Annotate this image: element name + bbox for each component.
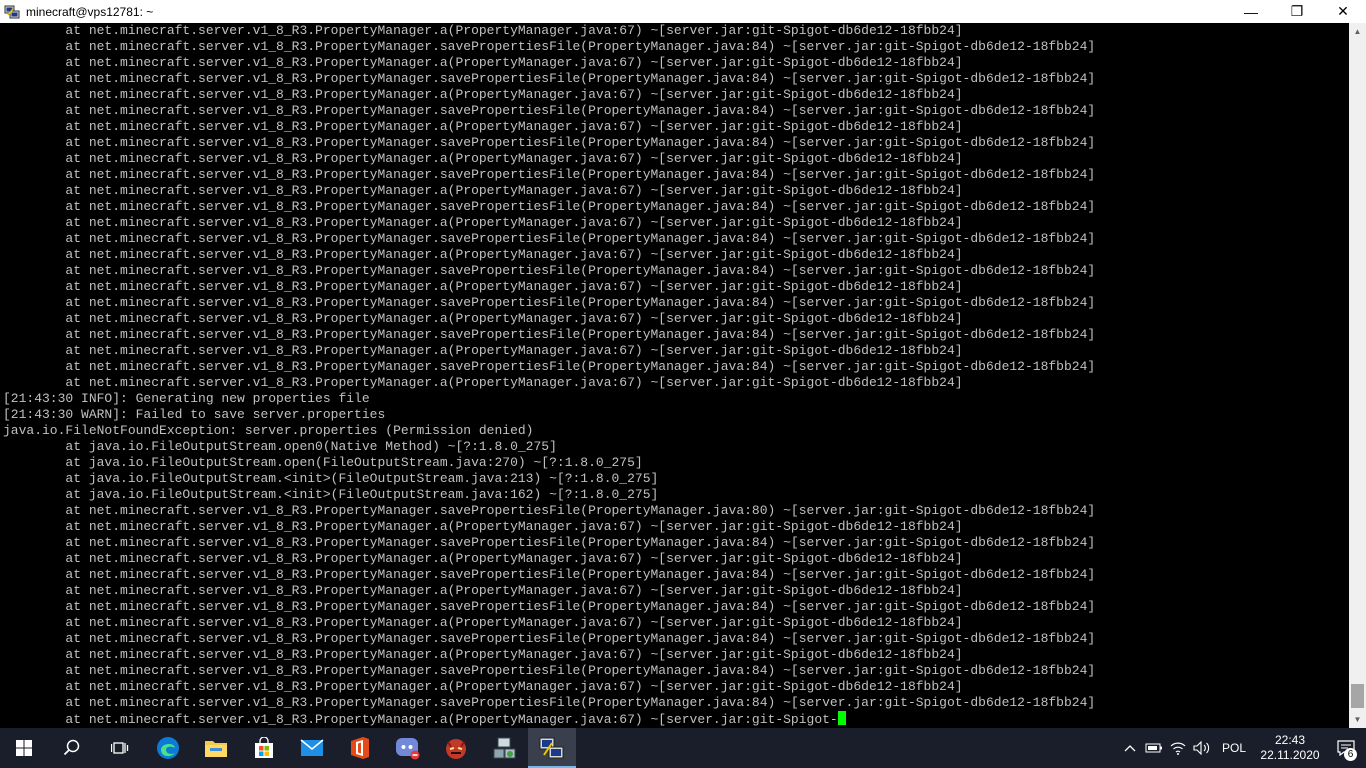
scroll-up-arrow[interactable]: ▲	[1349, 23, 1366, 40]
terminal-line: at net.minecraft.server.v1_8_R3.Property…	[3, 263, 1096, 278]
terminal-current-text: at net.minecraft.server.v1_8_R3.Property…	[3, 712, 838, 727]
putty-button[interactable]	[528, 728, 576, 768]
close-button[interactable]: ✕	[1320, 0, 1366, 23]
minimize-button[interactable]: —	[1228, 0, 1274, 23]
search-icon	[63, 739, 80, 756]
clock-date: 22.11.2020	[1260, 748, 1320, 762]
terminal-line: at net.minecraft.server.v1_8_R3.Property…	[3, 567, 1096, 582]
battery-icon[interactable]	[1142, 728, 1166, 768]
putty-icon	[4, 4, 20, 20]
terminal-line: at java.io.FileOutputStream.<init>(FileO…	[3, 487, 659, 502]
terminal-line: at net.minecraft.server.v1_8_R3.Property…	[3, 231, 1096, 246]
terminal-line: java.io.FileNotFoundException: server.pr…	[3, 423, 534, 438]
terminal-lines: at net.minecraft.server.v1_8_R3.Property…	[3, 23, 1095, 727]
terminal-line: at net.minecraft.server.v1_8_R3.Property…	[3, 135, 1096, 150]
terminal-line: at net.minecraft.server.v1_8_R3.Property…	[3, 199, 1096, 214]
office-icon	[351, 737, 369, 759]
putty-icon	[539, 737, 564, 759]
terminal-scrollbar[interactable]: ▲ ▼	[1349, 23, 1366, 728]
terminal-line: at net.minecraft.server.v1_8_R3.Property…	[3, 87, 963, 102]
clock[interactable]: 22:43 22.11.2020	[1254, 733, 1326, 763]
terminal-line: at net.minecraft.server.v1_8_R3.Property…	[3, 503, 1096, 518]
terminal-line: at net.minecraft.server.v1_8_R3.Property…	[3, 183, 963, 198]
window-title: minecraft@vps12781: ~	[26, 4, 154, 19]
terminal-line: at net.minecraft.server.v1_8_R3.Property…	[3, 663, 1096, 678]
language-indicator[interactable]: POL	[1214, 741, 1254, 755]
network-app-icon	[493, 737, 516, 759]
system-tray: POL 22:43 22.11.2020 6	[1118, 728, 1366, 768]
terminal-line: at net.minecraft.server.v1_8_R3.Property…	[3, 631, 1096, 646]
clock-time: 22:43	[1274, 733, 1306, 747]
mail-icon	[300, 739, 324, 756]
terminal-line: at net.minecraft.server.v1_8_R3.Property…	[3, 375, 963, 390]
terminal-line: at java.io.FileOutputStream.open0(Native…	[3, 439, 557, 454]
scroll-down-arrow[interactable]: ▼	[1349, 711, 1366, 728]
discord-button[interactable]	[384, 728, 432, 768]
action-center-button[interactable]: 6	[1326, 728, 1366, 768]
terminal-line: at net.minecraft.server.v1_8_R3.Property…	[3, 311, 963, 326]
terminal-line: at net.minecraft.server.v1_8_R3.Property…	[3, 599, 1096, 614]
window-titlebar[interactable]: minecraft@vps12781: ~ — ❐ ✕	[0, 0, 1366, 23]
store-icon	[255, 737, 273, 758]
scrollbar-thumb[interactable]	[1351, 684, 1364, 708]
edge-button[interactable]	[144, 728, 192, 768]
task-view-button[interactable]	[96, 728, 144, 768]
terminal-line: at net.minecraft.server.v1_8_R3.Property…	[3, 295, 1096, 310]
maximize-button[interactable]: ❐	[1274, 0, 1320, 23]
chevron-up-icon[interactable]	[1118, 728, 1142, 768]
terminal-line-current: at net.minecraft.server.v1_8_R3.Property…	[3, 711, 1095, 727]
office-button[interactable]	[336, 728, 384, 768]
terminal-line: [21:43:30 INFO]: Generating new properti…	[3, 391, 370, 406]
start-button[interactable]	[0, 728, 48, 768]
terminal-line: at net.minecraft.server.v1_8_R3.Property…	[3, 535, 1096, 550]
wifi-icon[interactable]	[1166, 728, 1190, 768]
windows-icon	[16, 740, 32, 756]
terminal-output[interactable]: at net.minecraft.server.v1_8_R3.Property…	[0, 23, 1349, 728]
terminal-line: at net.minecraft.server.v1_8_R3.Property…	[3, 71, 1096, 86]
task-view-icon	[111, 742, 129, 754]
network-app-button[interactable]	[480, 728, 528, 768]
terminal-line: at net.minecraft.server.v1_8_R3.Property…	[3, 39, 1096, 54]
terminal-line: at net.minecraft.server.v1_8_R3.Property…	[3, 55, 963, 70]
game-icon	[446, 739, 466, 759]
mail-button[interactable]	[288, 728, 336, 768]
terminal-line: at net.minecraft.server.v1_8_R3.Property…	[3, 343, 963, 358]
terminal-line: at java.io.FileOutputStream.<init>(FileO…	[3, 471, 659, 486]
terminal-line: at net.minecraft.server.v1_8_R3.Property…	[3, 519, 963, 534]
search-button[interactable]	[48, 728, 96, 768]
terminal-line: [21:43:30 WARN]: Failed to save server.p…	[3, 407, 386, 422]
terminal-line: at java.io.FileOutputStream.open(FileOut…	[3, 455, 643, 470]
taskbar: POL 22:43 22.11.2020 6	[0, 728, 1366, 768]
terminal-line: at net.minecraft.server.v1_8_R3.Property…	[3, 215, 963, 230]
discord-icon	[396, 738, 420, 760]
file-explorer-button[interactable]	[192, 728, 240, 768]
terminal-line: at net.minecraft.server.v1_8_R3.Property…	[3, 359, 1096, 374]
terminal-line: at net.minecraft.server.v1_8_R3.Property…	[3, 167, 1096, 182]
terminal-line: at net.minecraft.server.v1_8_R3.Property…	[3, 119, 963, 134]
terminal-line: at net.minecraft.server.v1_8_R3.Property…	[3, 247, 963, 262]
volume-icon[interactable]	[1190, 728, 1214, 768]
terminal-line: at net.minecraft.server.v1_8_R3.Property…	[3, 279, 963, 294]
terminal-line: at net.minecraft.server.v1_8_R3.Property…	[3, 151, 963, 166]
terminal-line: at net.minecraft.server.v1_8_R3.Property…	[3, 551, 963, 566]
notification-count: 6	[1344, 748, 1357, 761]
terminal-line: at net.minecraft.server.v1_8_R3.Property…	[3, 327, 1096, 342]
terminal-line: at net.minecraft.server.v1_8_R3.Property…	[3, 695, 1096, 710]
terminal-line: at net.minecraft.server.v1_8_R3.Property…	[3, 583, 963, 598]
edge-icon	[157, 737, 179, 759]
terminal-line: at net.minecraft.server.v1_8_R3.Property…	[3, 103, 1096, 118]
terminal-line: at net.minecraft.server.v1_8_R3.Property…	[3, 679, 963, 694]
terminal-line: at net.minecraft.server.v1_8_R3.Property…	[3, 647, 963, 662]
folder-icon	[205, 741, 227, 757]
terminal-line: at net.minecraft.server.v1_8_R3.Property…	[3, 23, 963, 38]
game-app-button[interactable]	[432, 728, 480, 768]
terminal-line: at net.minecraft.server.v1_8_R3.Property…	[3, 615, 963, 630]
store-button[interactable]	[240, 728, 288, 768]
terminal-cursor	[837, 711, 846, 725]
